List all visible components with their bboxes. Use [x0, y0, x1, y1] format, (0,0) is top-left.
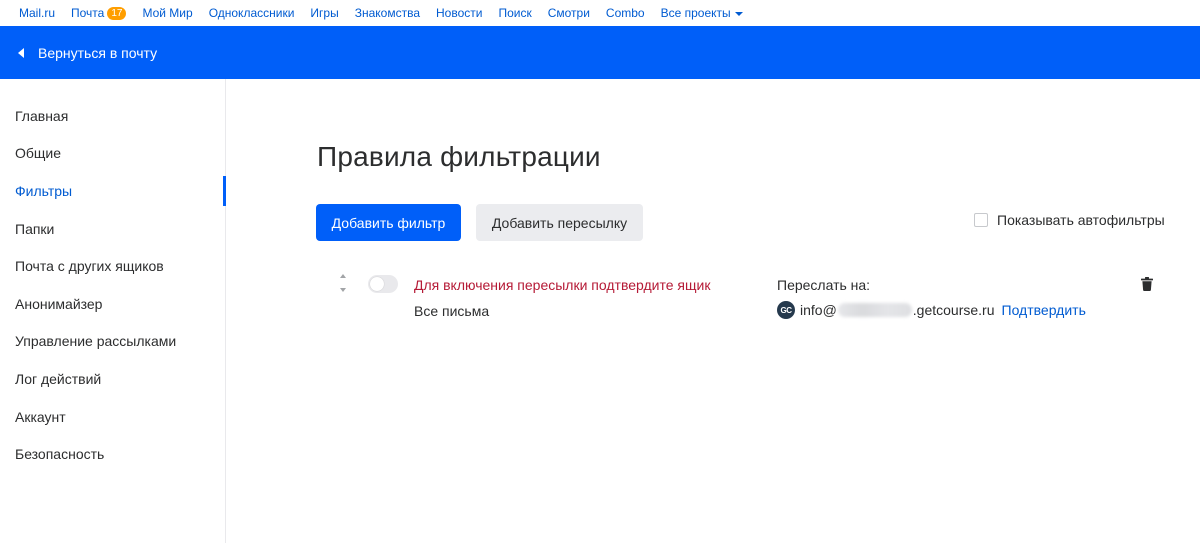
add-forward-button[interactable]: Добавить пересылку — [476, 204, 643, 241]
page-title: Правила фильтрации — [317, 141, 601, 172]
move-down-icon[interactable] — [340, 288, 346, 292]
portal-link-mailru[interactable]: Mail.ru — [19, 6, 55, 20]
sidebar-item-security[interactable]: Безопасность — [0, 435, 225, 473]
sidebar-item-filters[interactable]: Фильтры — [0, 172, 226, 210]
forward-to-label: Переслать на: — [777, 277, 871, 293]
portal-link-news[interactable]: Новости — [436, 6, 482, 20]
portal-link-all-projects-label: Все проекты — [660, 6, 731, 20]
portal-link-dating[interactable]: Знакомства — [355, 6, 420, 20]
add-filter-button[interactable]: Добавить фильтр — [316, 204, 461, 241]
portal-link-mail-label: Почта — [71, 6, 105, 20]
filters-panel: Правила фильтрации Добавить фильтр Добав… — [226, 79, 1200, 543]
portal-link-combo[interactable]: Combo — [606, 6, 645, 20]
sidebar-item-subscriptions[interactable]: Управление рассылками — [0, 323, 225, 361]
sort-handle-icon[interactable] — [339, 274, 347, 298]
forward-warning-text: Для включения пересылки подтвердите ящик — [414, 277, 711, 293]
filter-condition-text: Все письма — [414, 303, 490, 319]
show-autofilters-checkbox[interactable] — [974, 213, 988, 227]
settings-sidebar: Главная Общие Фильтры Папки Почта с друг… — [0, 79, 226, 543]
portal-link-ok[interactable]: Одноклассники — [209, 6, 295, 20]
getcourse-avatar: GC — [777, 301, 795, 319]
show-autofilters-label: Показывать автофильтры — [997, 212, 1165, 228]
portal-link-watch[interactable]: Смотри — [548, 6, 590, 20]
trash-icon[interactable] — [1141, 277, 1153, 291]
forward-target: GC info@ .getcourse.ru Подтвердить — [777, 301, 1086, 319]
back-to-mail-button[interactable]: Вернуться в почту — [18, 45, 157, 61]
arrow-left-icon — [18, 47, 24, 58]
move-up-icon[interactable] — [340, 274, 346, 278]
email-prefix: info@ — [800, 302, 837, 318]
portal-link-games[interactable]: Игры — [310, 6, 338, 20]
email-suffix: .getcourse.ru — [912, 302, 995, 318]
filter-enable-toggle[interactable] — [368, 275, 398, 293]
portal-bar: Mail.ru Почта 17 Мой Мир Одноклассники Иг… — [0, 0, 1200, 26]
sidebar-item-anonymizer[interactable]: Анонимайзер — [0, 285, 225, 323]
sidebar-item-main[interactable]: Главная — [0, 97, 225, 135]
portal-link-my-world[interactable]: Мой Мир — [142, 6, 192, 20]
redacted-domain — [837, 303, 912, 317]
portal-link-all-projects[interactable]: Все проекты — [661, 6, 743, 20]
confirm-link[interactable]: Подтвердить — [1002, 302, 1086, 318]
sidebar-item-other-mailboxes[interactable]: Почта с других ящиков — [0, 247, 225, 285]
sidebar-item-account[interactable]: Аккаунт — [0, 398, 225, 436]
show-autofilters-option[interactable]: Показывать автофильтры — [974, 212, 1165, 228]
portal-link-search[interactable]: Поиск — [498, 6, 531, 20]
sidebar-item-general[interactable]: Общие — [0, 135, 225, 173]
toggle-knob — [370, 277, 384, 291]
portal-link-mail[interactable]: Почта 17 — [71, 6, 127, 20]
settings-layout: Главная Общие Фильтры Папки Почта с друг… — [0, 79, 1200, 543]
settings-header: Вернуться в почту — [0, 26, 1200, 79]
back-to-mail-label: Вернуться в почту — [38, 44, 158, 61]
sidebar-item-folders[interactable]: Папки — [0, 210, 225, 248]
sidebar-item-activity-log[interactable]: Лог действий — [0, 360, 225, 398]
unread-badge: 17 — [107, 6, 127, 20]
chevron-down-icon — [734, 11, 743, 16]
